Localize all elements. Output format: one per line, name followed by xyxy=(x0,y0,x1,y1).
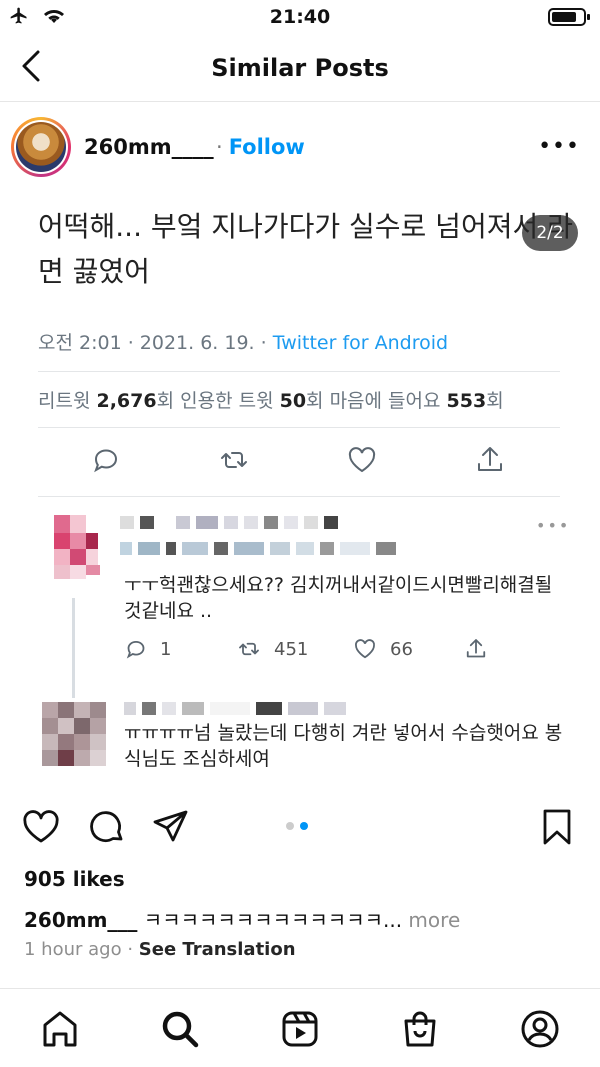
like-count: 553 xyxy=(446,390,487,412)
retweet-label: 리트윗 xyxy=(38,390,97,412)
profile-icon[interactable] xyxy=(520,1009,560,1049)
like-count: 66 xyxy=(390,638,413,660)
time-separator: · xyxy=(121,939,139,960)
reply-text: ㅠㅠㅠㅠ넘 놀랐는데 다행히 겨란 넣어서 수습햇어요 봉식님도 조심하세여 xyxy=(124,722,563,770)
reply-more-icon: ••• xyxy=(536,516,571,535)
retweet-icon xyxy=(221,452,247,468)
tweet-text: 어떡해... 부엌 지나가다가 실수로 넘어져서 라면 끓였어 xyxy=(38,210,573,288)
caption: 260mm___ ㅋㅋㅋㅋㅋㅋㅋㅋㅋㅋㅋㅋㅋ... more xyxy=(24,904,460,933)
thread-line xyxy=(72,598,75,698)
retweet-count: 2,676 xyxy=(96,390,157,412)
like-label: 회 마음에 들어요 xyxy=(306,390,447,412)
carousel-dot-active xyxy=(300,822,308,830)
bottom-tab-bar xyxy=(0,988,600,1067)
share-icon xyxy=(478,447,502,471)
heart-icon xyxy=(355,639,375,659)
like-suffix: 회 xyxy=(486,390,504,412)
caption-more-link[interactable]: more xyxy=(402,908,460,932)
comment-icon[interactable] xyxy=(88,808,126,846)
clock: 21:40 xyxy=(269,6,331,28)
quote-count: 50 xyxy=(279,390,307,412)
reply-avatar xyxy=(42,702,108,770)
more-options-icon[interactable]: ••• xyxy=(538,134,580,159)
top-nav: Similar Posts xyxy=(0,34,600,102)
post-image[interactable]: 어떡해... 부엌 지나가다가 실수로 넘어져서 라면 끓였어 2/2 오전 2… xyxy=(0,190,600,780)
blurred-name xyxy=(120,516,338,529)
post-header: 260mm____ · Follow ••• xyxy=(0,102,600,190)
heart-icon xyxy=(348,447,376,473)
reels-icon[interactable] xyxy=(280,1009,320,1049)
divider xyxy=(38,371,560,372)
retweet-icon xyxy=(239,642,259,656)
retweet-count: 451 xyxy=(274,638,309,660)
search-icon[interactable] xyxy=(160,1009,200,1049)
tweet-source: Twitter for Android xyxy=(272,332,449,354)
see-translation-link[interactable]: See Translation xyxy=(139,939,296,960)
avatar-image xyxy=(16,122,66,172)
post-username[interactable]: 260mm____ xyxy=(84,135,214,159)
post-actions xyxy=(0,800,600,852)
image-counter: 2/2 xyxy=(522,215,578,251)
reply-like: 66 xyxy=(352,637,413,661)
post-time-row: 1 hour ago · See Translation xyxy=(24,939,296,960)
caption-username[interactable]: 260mm___ xyxy=(24,908,137,932)
reply-comment: 1 xyxy=(124,637,171,661)
reply-avatar xyxy=(50,515,104,583)
caption-text: ㅋㅋㅋㅋㅋㅋㅋㅋㅋㅋㅋㅋㅋ... xyxy=(137,908,403,932)
divider xyxy=(38,427,560,428)
likes-count[interactable]: 905 likes xyxy=(24,867,125,891)
shop-icon[interactable] xyxy=(400,1009,440,1049)
avatar[interactable] xyxy=(11,117,71,177)
reply-retweet: 451 xyxy=(236,637,308,661)
follow-label: Follow xyxy=(228,135,305,159)
home-icon[interactable] xyxy=(40,1009,80,1049)
carousel-indicator xyxy=(286,822,308,830)
quote-label: 회 인용한 트윗 xyxy=(156,390,280,412)
tweet-stats: 리트윗 2,676회 인용한 트윗 50회 마음에 들어요 553회 xyxy=(38,386,504,413)
comment-icon xyxy=(126,640,145,659)
page-title: Similar Posts xyxy=(211,54,389,82)
comment-icon xyxy=(94,449,118,473)
share-send-icon[interactable] xyxy=(152,808,190,846)
tweet-meta: 오전 2:01 · 2021. 6. 19. · Twitter for And… xyxy=(38,328,448,355)
status-bar: 21:40 xyxy=(0,0,600,34)
battery-icon xyxy=(548,8,590,26)
tweet-actions xyxy=(38,440,560,480)
follow-button[interactable]: · Follow xyxy=(216,135,305,159)
blurred-handle xyxy=(120,542,396,555)
share-icon xyxy=(466,639,486,658)
post-time: 1 hour ago xyxy=(24,939,122,960)
carousel-dot xyxy=(286,822,294,830)
divider xyxy=(38,496,560,497)
bookmark-icon[interactable] xyxy=(538,808,576,846)
reply-text: ㅜㅜ헉괜찮으세요?? 김치꺼내서같이드시면빨리해결될것같네요 .. xyxy=(124,574,553,622)
like-icon[interactable] xyxy=(22,808,60,846)
reply-share xyxy=(464,637,488,661)
blurred-name xyxy=(124,702,346,715)
reply-count: 1 xyxy=(160,638,172,660)
tweet-time: 오전 2:01 · 2021. 6. 19. · xyxy=(38,332,273,354)
follow-separator: · xyxy=(216,135,223,159)
